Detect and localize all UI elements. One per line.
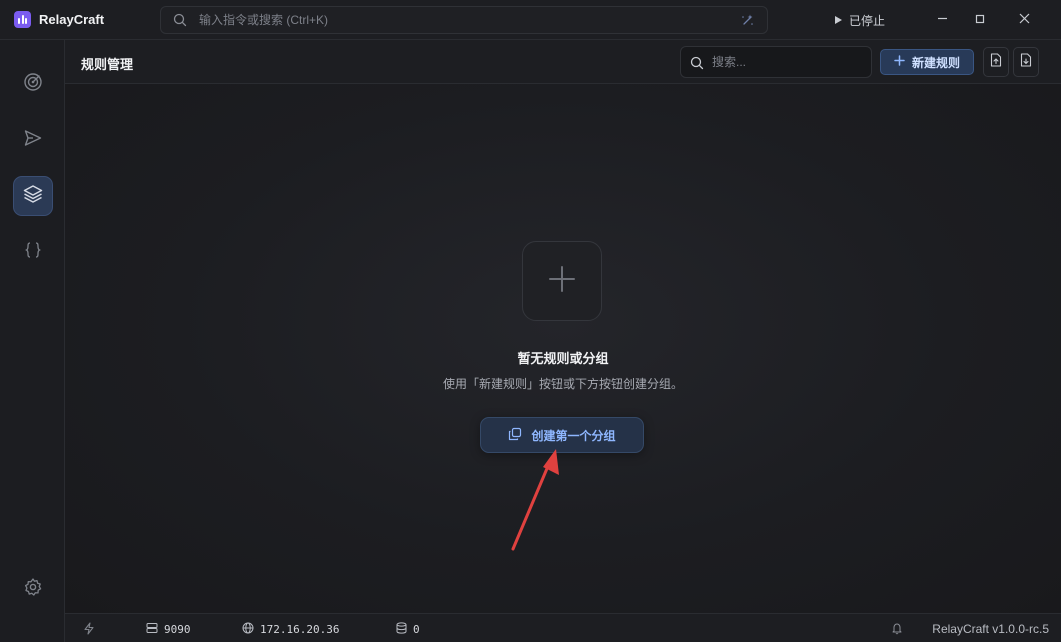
sidebar-item-rules[interactable] bbox=[13, 176, 53, 216]
sparkle-icon[interactable] bbox=[740, 13, 755, 33]
title-bar: RelayCraft 已停止 bbox=[0, 0, 1061, 40]
command-search-input[interactable] bbox=[199, 11, 719, 29]
sidebar-item-traffic[interactable] bbox=[13, 64, 53, 104]
port-value: 9090 bbox=[164, 623, 191, 636]
search-icon bbox=[690, 56, 704, 75]
search-icon bbox=[173, 13, 187, 32]
ip-indicator: 172.16.20.36 bbox=[242, 622, 339, 637]
status-bar: 9090 172.16.20.36 0 RelayCraft v1.0.0-rc… bbox=[65, 613, 1061, 642]
settings-button[interactable] bbox=[13, 569, 53, 609]
rule-search-input[interactable] bbox=[712, 54, 862, 70]
lightning-icon[interactable] bbox=[83, 622, 95, 635]
proxy-status-label: 已停止 bbox=[849, 14, 886, 28]
new-rule-button[interactable]: 新建规则 bbox=[880, 49, 974, 75]
app-logo-icon bbox=[14, 11, 31, 28]
close-icon bbox=[1019, 11, 1030, 29]
proxy-toggle-button[interactable]: 已停止 bbox=[834, 12, 885, 29]
import-rules-button[interactable] bbox=[983, 47, 1009, 77]
maximize-button[interactable] bbox=[963, 6, 997, 34]
close-window-button[interactable] bbox=[1007, 6, 1041, 34]
database-icon bbox=[396, 622, 407, 637]
command-search[interactable] bbox=[160, 6, 768, 34]
gear-icon bbox=[23, 577, 43, 602]
rule-search[interactable] bbox=[680, 46, 872, 78]
play-icon bbox=[834, 14, 843, 28]
send-icon bbox=[23, 128, 43, 153]
braces-icon bbox=[23, 240, 43, 265]
bell-icon[interactable] bbox=[891, 622, 903, 635]
page-header: 规则管理 新建规则 bbox=[65, 40, 1061, 84]
app-name: RelayCraft bbox=[39, 12, 105, 27]
minimize-button[interactable] bbox=[925, 6, 959, 34]
export-rules-button[interactable] bbox=[1013, 47, 1039, 77]
radar-icon bbox=[23, 72, 43, 97]
sidebar bbox=[0, 40, 65, 642]
app-version: RelayCraft v1.0.0-rc.5 bbox=[932, 622, 1049, 636]
ip-value: 172.16.20.36 bbox=[260, 623, 340, 636]
sidebar-item-composer[interactable] bbox=[13, 120, 53, 160]
file-export-icon bbox=[1020, 52, 1032, 72]
page-title: 规则管理 bbox=[81, 57, 134, 72]
layers-icon bbox=[22, 183, 44, 210]
annotation-arrow bbox=[511, 449, 559, 551]
server-icon bbox=[146, 622, 158, 637]
new-rule-label: 新建规则 bbox=[911, 55, 960, 70]
maximize-icon bbox=[975, 11, 985, 29]
plus-icon bbox=[894, 55, 905, 69]
globe-icon bbox=[242, 622, 254, 637]
minimize-icon bbox=[937, 11, 948, 29]
sidebar-item-scripts[interactable] bbox=[13, 232, 53, 272]
file-import-icon bbox=[990, 52, 1002, 72]
port-indicator: 9090 bbox=[146, 622, 191, 637]
rule-count-value: 0 bbox=[413, 623, 420, 636]
rule-count-indicator: 0 bbox=[396, 622, 420, 637]
rules-main-panel: 暂无规则或分组 使用「新建规则」按钮或下方按钮创建分组。 创建第一个分组 bbox=[65, 84, 1061, 613]
